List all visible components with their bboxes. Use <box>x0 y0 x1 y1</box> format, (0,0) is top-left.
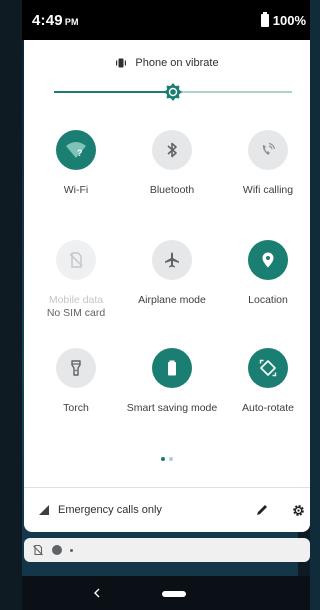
tile-wifi-calling[interactable]: Wifi calling <box>220 130 310 197</box>
tile-bluetooth[interactable]: Bluetooth <box>124 130 220 197</box>
tile-label: Auto-rotate <box>242 402 294 414</box>
tile-label: Wi-Fi <box>63 184 89 196</box>
auto-rotate-toggle[interactable] <box>248 348 288 388</box>
wifi-toggle[interactable]: ? <box>56 130 96 170</box>
svg-text:?: ? <box>77 148 83 158</box>
tile-location[interactable]: Location <box>220 240 310 307</box>
battery-saver-icon <box>168 360 176 376</box>
brightness-track-empty <box>173 91 292 93</box>
gear-icon <box>292 504 304 516</box>
brightness-track-filled <box>54 91 173 93</box>
airplane-mode-toggle[interactable] <box>152 240 192 280</box>
device-bezel-left <box>0 0 22 610</box>
bluetooth-icon <box>167 142 177 158</box>
back-icon[interactable] <box>90 586 104 600</box>
tile-label: Airplane mode <box>138 294 206 306</box>
tile-mobile-data[interactable]: Mobile data No SIM card <box>28 240 124 320</box>
brightness-icon <box>164 83 182 101</box>
brightness-thumb[interactable] <box>163 82 183 102</box>
tile-label: Location <box>248 294 288 306</box>
battery-percent: 100% <box>272 12 306 28</box>
tile-airplane-mode[interactable]: Airplane mode <box>124 240 220 307</box>
quick-settings-footer: Emergency calls only <box>24 487 310 532</box>
page-indicator <box>24 457 310 461</box>
wifi-calling-icon <box>262 142 276 155</box>
no-sim-icon <box>69 252 83 268</box>
tile-auto-rotate[interactable]: Auto-rotate <box>220 348 310 415</box>
airplane-icon <box>165 252 179 268</box>
network-status: Emergency calls only <box>38 504 238 516</box>
vibrate-icon <box>115 57 127 69</box>
pencil-icon <box>257 505 267 515</box>
wifi-calling-toggle[interactable] <box>248 130 288 170</box>
tile-label: Wifi calling <box>242 184 294 196</box>
navigation-bar <box>22 576 310 610</box>
wifi-icon: ? <box>66 142 86 158</box>
clock-ampm: PM <box>64 16 79 27</box>
edit-button[interactable] <box>250 498 274 522</box>
tile-label: Smart saving mode <box>126 402 218 414</box>
no-sim-small-icon <box>33 544 43 556</box>
mobile-data-toggle[interactable] <box>56 240 96 280</box>
bluetooth-toggle[interactable] <box>152 130 192 170</box>
quick-settings-panel: Phone on vibrate ? Wi-Fi Bluetooth Wifi … <box>24 40 310 532</box>
tile-label: Mobile data <box>48 294 104 306</box>
home-pill-button[interactable] <box>162 591 186 597</box>
tile-label: Torch <box>63 402 89 414</box>
battery-icon <box>260 11 269 27</box>
tile-sublabel: No SIM card <box>46 307 106 319</box>
page-dot-active <box>161 457 165 461</box>
torch-toggle[interactable] <box>56 348 96 388</box>
sound-mode-row[interactable]: Phone on vibrate <box>24 57 310 69</box>
settings-button[interactable] <box>286 498 310 522</box>
page-dot <box>169 457 173 461</box>
clock: 4:49 PM <box>32 12 79 29</box>
tile-smart-saving[interactable]: Smart saving mode <box>124 348 220 415</box>
brightness-slider[interactable] <box>54 82 292 102</box>
torch-icon <box>71 360 81 376</box>
tile-wifi[interactable]: ? Wi-Fi <box>28 130 124 197</box>
more-notifications-icon <box>70 548 73 552</box>
battery-indicator: 100% <box>260 11 306 28</box>
network-status-label: Emergency calls only <box>58 504 162 516</box>
tile-torch[interactable]: Torch <box>28 348 124 415</box>
location-pin-icon <box>262 252 274 268</box>
location-toggle[interactable] <box>248 240 288 280</box>
tile-label: Bluetooth <box>149 184 195 196</box>
notification-icons-strip[interactable] <box>24 538 310 562</box>
status-bar: 4:49 PM 100% <box>22 0 310 40</box>
smart-saving-toggle[interactable] <box>152 348 192 388</box>
clock-time: 4:49 <box>32 11 63 29</box>
notification-dot-icon <box>52 545 62 555</box>
signal-icon <box>39 505 49 515</box>
sound-mode-label: Phone on vibrate <box>135 57 219 69</box>
rotate-icon <box>259 359 277 377</box>
